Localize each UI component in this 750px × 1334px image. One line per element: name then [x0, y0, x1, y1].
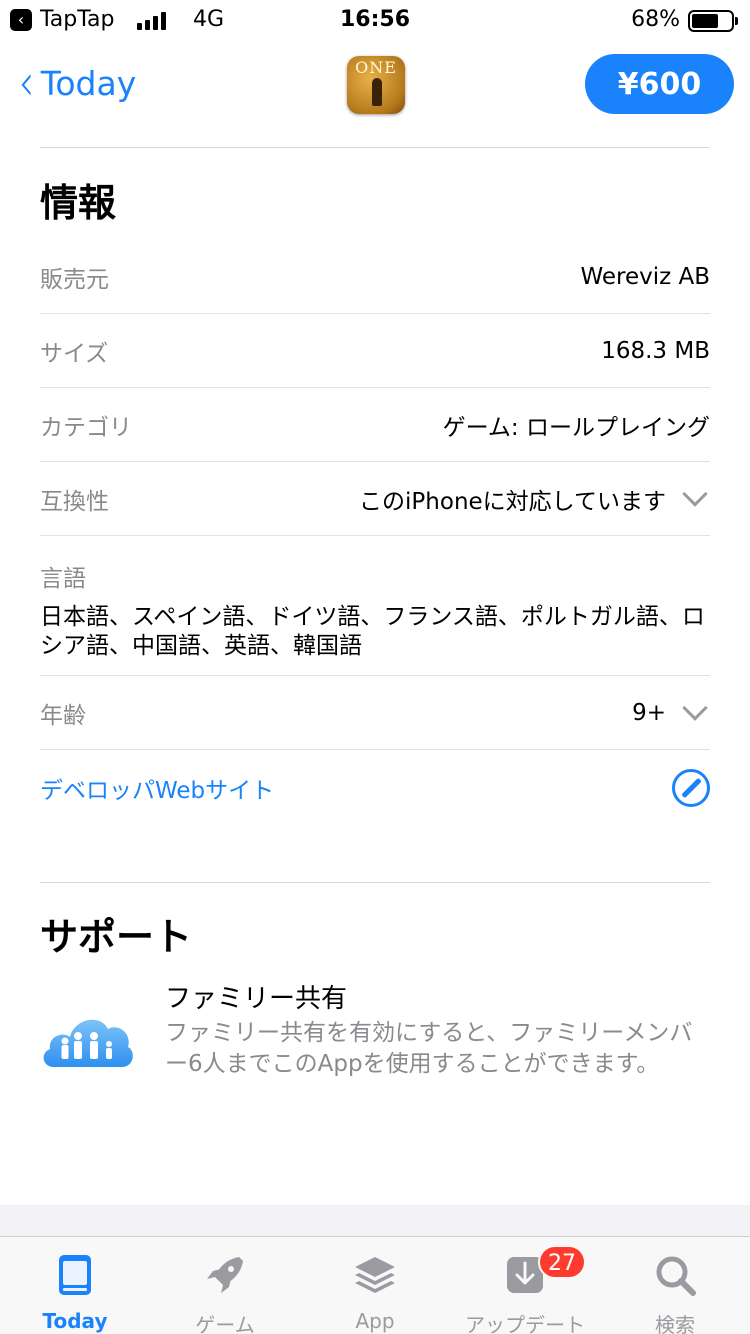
stack-icon — [355, 1257, 395, 1293]
info-row-compatibility[interactable]: 互換性 このiPhoneに対応しています — [40, 462, 710, 536]
age-value: 9+ — [632, 699, 666, 726]
info-row-age[interactable]: 年齢 9+ — [40, 676, 710, 750]
back-button[interactable]: ‹ Today — [16, 53, 137, 113]
tab-updates[interactable]: 27 アップデート — [450, 1237, 600, 1334]
tab-label: Today — [42, 1309, 108, 1333]
updates-badge: 27 — [538, 1245, 586, 1279]
app-icon: ONE — [347, 56, 405, 114]
rocket-icon — [207, 1257, 243, 1293]
info-key: カテゴリ — [40, 414, 132, 441]
size-value: 168.3 MB — [601, 337, 710, 364]
back-label: Today — [40, 63, 137, 103]
battery-percent: 68% — [631, 7, 680, 32]
languages-value: 日本語、スペイン語、ドイツ語、フランス語、ポルトガル語、ロシア語、中国語、英語、… — [40, 604, 705, 659]
divider — [40, 882, 710, 883]
category-value: ゲーム: ロールプレイング — [442, 414, 710, 441]
info-key: 互換性 — [40, 488, 109, 515]
info-key: 言語 — [40, 566, 86, 592]
seller-value: Wereviz AB — [580, 263, 710, 290]
buy-price-button[interactable]: ¥600 — [585, 54, 734, 114]
status-bar: ‹ TapTap 4G 16:56 68% — [0, 0, 750, 40]
developer-website-row[interactable]: デベロッパWebサイト — [40, 750, 710, 826]
today-icon — [59, 1255, 91, 1295]
battery-icon — [688, 10, 738, 32]
tab-apps[interactable]: App — [300, 1237, 450, 1334]
info-value: ゲーム: ロールプレイング — [443, 408, 710, 442]
family-sharing-description: ファミリー共有を有効にすると、ファミリーメンバー6人までこのAppを使用すること… — [165, 1020, 693, 1077]
info-section-title: 情報 — [40, 181, 117, 225]
info-row-category: カテゴリ ゲーム: ロールプレイング — [40, 388, 710, 462]
app-icon-figure — [372, 78, 382, 106]
tab-label: 検索 — [655, 1313, 695, 1334]
compatibility-value: このiPhoneに対応しています — [359, 488, 666, 515]
section-separator — [0, 1205, 750, 1240]
info-value: Wereviz AB — [580, 264, 710, 290]
chevron-down-icon[interactable] — [682, 694, 708, 721]
info-row-seller: 販売元 Wereviz AB — [40, 240, 710, 314]
info-row-size: サイズ 168.3 MB — [40, 314, 710, 388]
tab-search[interactable]: 検索 — [600, 1237, 750, 1334]
info-key: 年齢 — [40, 702, 86, 729]
tab-bar: Today ゲーム App 27 アップデート 検索 — [0, 1236, 750, 1334]
family-sharing-title: ファミリー共有 — [165, 984, 348, 1014]
tab-label: アップデート — [465, 1313, 585, 1334]
chevron-left-icon: ‹ — [18, 53, 35, 113]
family-sharing-icon — [43, 1019, 133, 1067]
info-key: 販売元 — [40, 266, 109, 293]
compass-icon[interactable] — [672, 769, 710, 807]
developer-website-link[interactable]: デベロッパWebサイト — [40, 771, 274, 805]
chevron-down-icon[interactable] — [682, 480, 708, 507]
info-value: このiPhoneに対応しています — [359, 480, 710, 516]
search-icon — [656, 1256, 696, 1296]
app-icon-text: ONE — [355, 58, 397, 77]
support-section-title: サポート — [40, 915, 193, 959]
tab-label: App — [355, 1309, 395, 1333]
info-value: 9+ — [632, 694, 710, 726]
nav-bar: ‹ Today ONE ¥600 — [0, 44, 750, 134]
info-value: 168.3 MB — [601, 338, 710, 364]
tab-games[interactable]: ゲーム — [150, 1237, 300, 1334]
info-key: サイズ — [40, 340, 109, 367]
tab-label: ゲーム — [195, 1313, 255, 1334]
divider — [40, 147, 710, 148]
info-row-languages: 言語 日本語、スペイン語、ドイツ語、フランス語、ポルトガル語、ロシア語、中国語、… — [40, 537, 710, 676]
tab-today[interactable]: Today — [0, 1237, 150, 1334]
